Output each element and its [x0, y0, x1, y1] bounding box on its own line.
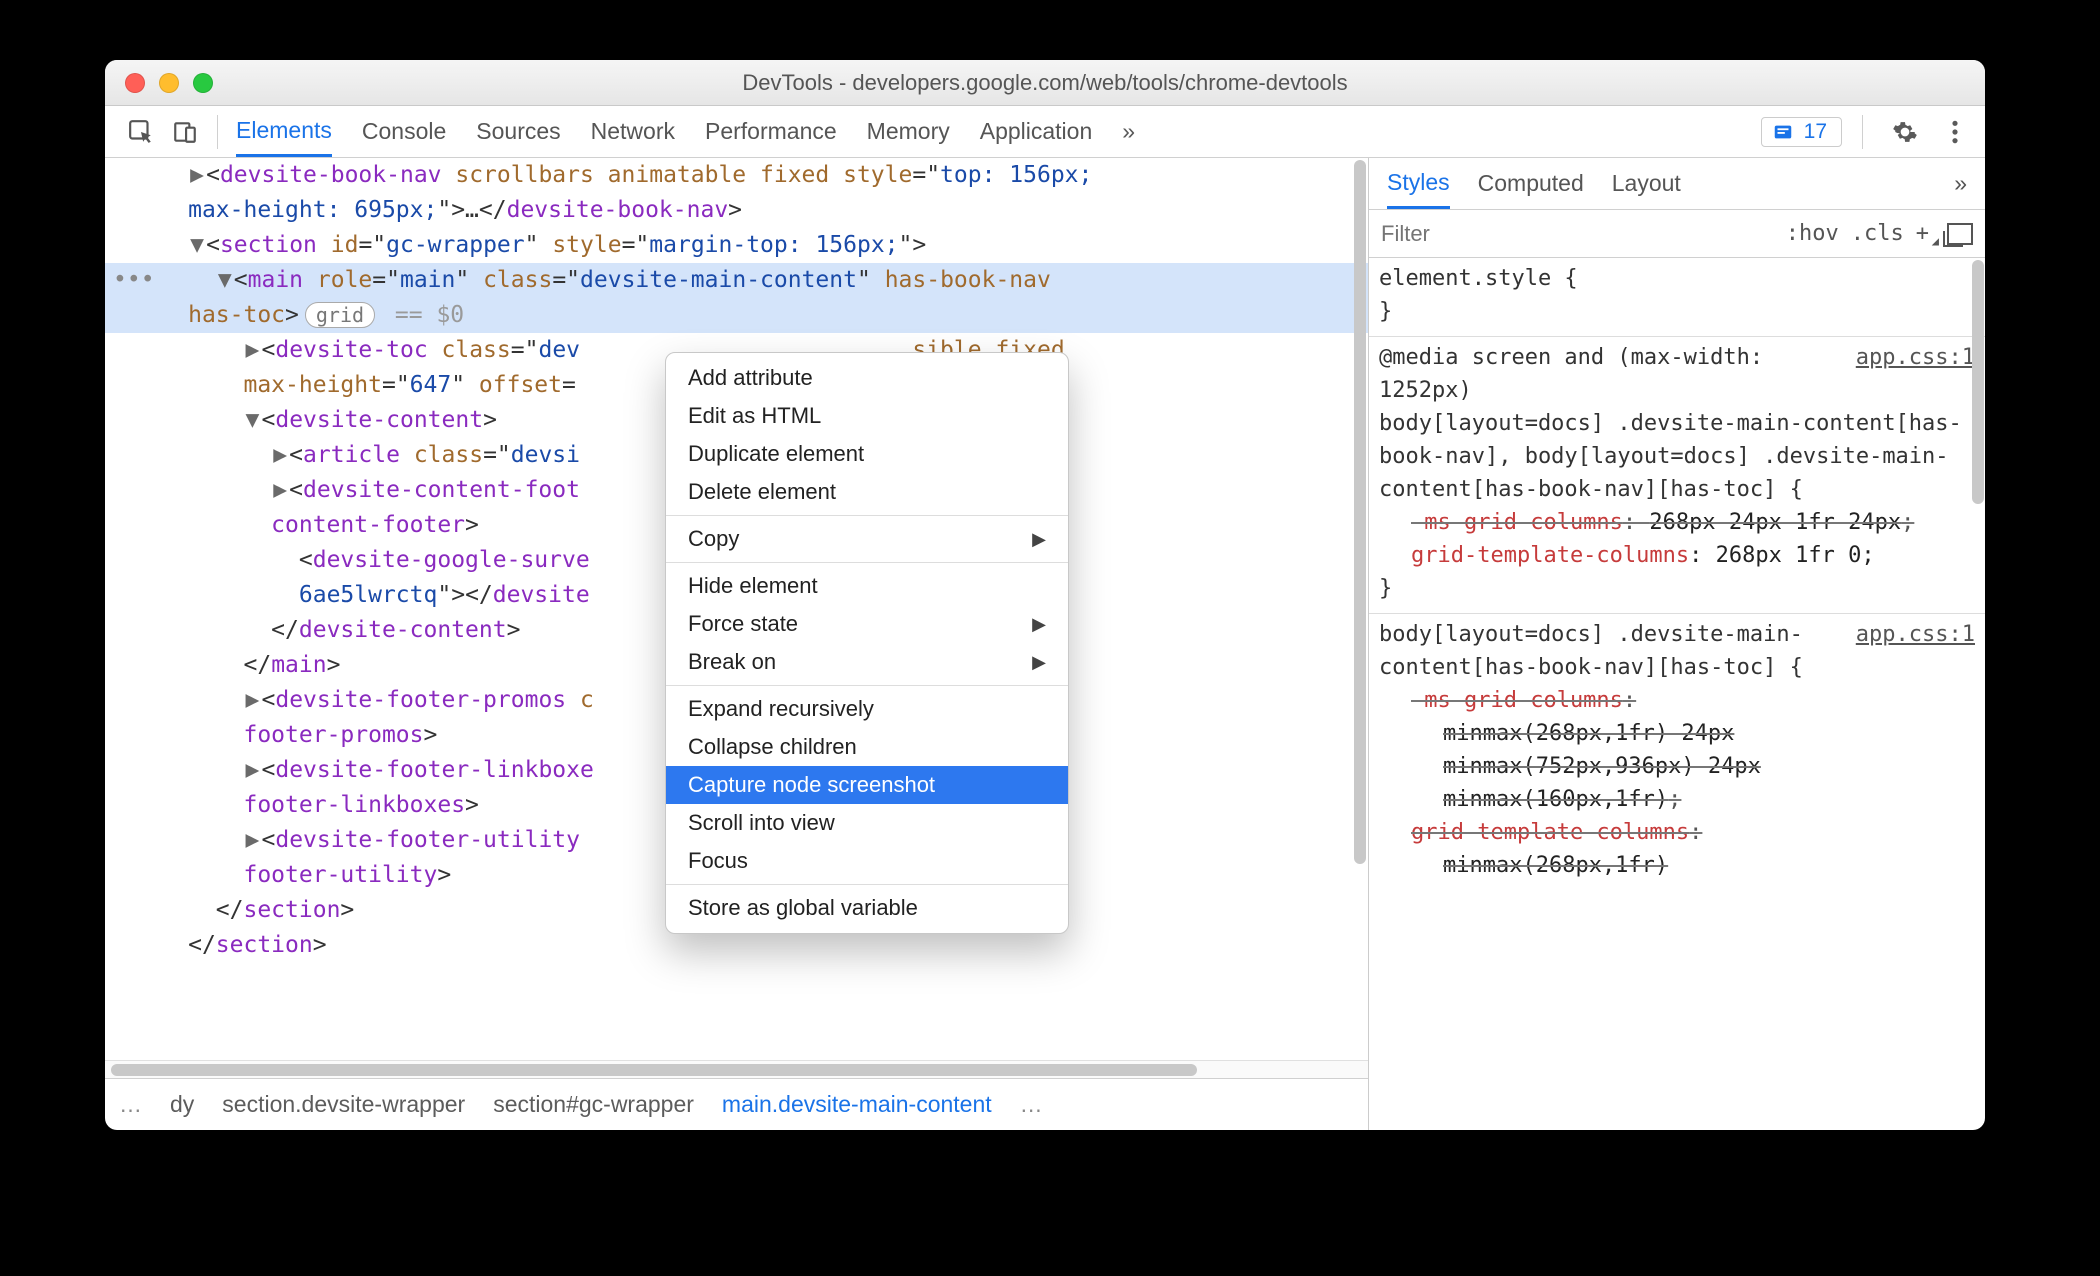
- menu-item-store-as-global-variable[interactable]: Store as global variable: [666, 889, 1068, 927]
- breadcrumb-item[interactable]: section.devsite-wrapper: [222, 1091, 465, 1118]
- toolbar-separator: [1862, 115, 1863, 149]
- settings-icon[interactable]: [1887, 114, 1923, 150]
- css-property-overridden[interactable]: -ms-grid-columns: 268px 24px 1fr 24px;: [1379, 506, 1975, 539]
- issues-badge[interactable]: 17: [1761, 117, 1842, 147]
- box-model-icon[interactable]: [1947, 223, 1973, 245]
- hov-toggle[interactable]: :hov: [1786, 221, 1839, 246]
- menu-item-delete-element[interactable]: Delete element: [666, 473, 1068, 511]
- rule-element-style[interactable]: element.style { }: [1369, 258, 1985, 337]
- menu-item-hide-element[interactable]: Hide element: [666, 567, 1068, 605]
- titlebar: DevTools - developers.google.com/web/too…: [105, 60, 1985, 106]
- toolbar-right: 17: [1761, 114, 1973, 150]
- issues-count: 17: [1804, 120, 1827, 144]
- rule-block[interactable]: app.css:1body[layout=docs] .devsite-main…: [1369, 614, 1985, 890]
- toolbar-separator: [217, 115, 218, 149]
- css-property-overridden[interactable]: grid-template-columns:: [1379, 816, 1975, 849]
- window-title: DevTools - developers.google.com/web/too…: [105, 70, 1985, 96]
- breadcrumb-overflow-right[interactable]: …: [1020, 1091, 1043, 1118]
- sidebar-tabs: Styles Computed Layout »: [1369, 158, 1985, 210]
- rule-media-query[interactable]: app.css:1@media screen and (max-width: 1…: [1369, 337, 1985, 614]
- tab-elements[interactable]: Elements: [236, 106, 332, 157]
- tabs-overflow-icon[interactable]: »: [1122, 106, 1135, 157]
- style-rules[interactable]: element.style { } app.css:1@media screen…: [1369, 258, 1985, 1130]
- breadcrumb-item[interactable]: section#gc-wrapper: [493, 1091, 694, 1118]
- menu-item-copy[interactable]: Copy▶: [666, 520, 1068, 558]
- menu-item-edit-as-html[interactable]: Edit as HTML: [666, 397, 1068, 435]
- tab-performance[interactable]: Performance: [705, 106, 837, 157]
- css-property-overridden[interactable]: -ms-grid-columns:: [1379, 684, 1975, 717]
- menu-item-focus[interactable]: Focus: [666, 842, 1068, 880]
- source-link[interactable]: app.css:1: [1856, 618, 1975, 651]
- styles-vertical-scrollbar[interactable]: [1971, 258, 1985, 1130]
- tab-sources[interactable]: Sources: [476, 106, 560, 157]
- window-controls: [125, 73, 213, 93]
- menu-separator: [666, 685, 1068, 686]
- sidebar-tabs-overflow-icon[interactable]: »: [1954, 158, 1967, 209]
- menu-item-add-attribute[interactable]: Add attribute: [666, 359, 1068, 397]
- more-options-icon[interactable]: [1937, 114, 1973, 150]
- menu-item-expand-recursively[interactable]: Expand recursively: [666, 690, 1068, 728]
- tab-console[interactable]: Console: [362, 106, 446, 157]
- devtools-window: DevTools - developers.google.com/web/too…: [105, 60, 1985, 1130]
- menu-item-force-state[interactable]: Force state▶: [666, 605, 1068, 643]
- menu-item-capture-node-screenshot[interactable]: Capture node screenshot: [666, 766, 1068, 804]
- selected-node[interactable]: ••• ▼<main role="main" class="devsite-ma…: [105, 263, 1368, 298]
- elements-vertical-scrollbar[interactable]: [1352, 158, 1368, 1060]
- menu-separator: [666, 562, 1068, 563]
- tab-network[interactable]: Network: [591, 106, 675, 157]
- elements-horizontal-scrollbar[interactable]: [105, 1060, 1368, 1078]
- menu-separator: [666, 515, 1068, 516]
- tab-layout[interactable]: Layout: [1612, 158, 1681, 209]
- styles-filter-input[interactable]: [1381, 221, 1774, 247]
- device-toolbar-icon[interactable]: [167, 114, 203, 150]
- source-link[interactable]: app.css:1: [1856, 341, 1975, 374]
- menu-item-duplicate-element[interactable]: Duplicate element: [666, 435, 1068, 473]
- inspect-element-icon[interactable]: [123, 114, 159, 150]
- new-style-rule-button[interactable]: +◢: [1916, 221, 1935, 246]
- css-property[interactable]: grid-template-columns: 268px 1fr 0;: [1379, 539, 1975, 572]
- zoom-window-button[interactable]: [193, 73, 213, 93]
- menu-item-collapse-children[interactable]: Collapse children: [666, 728, 1068, 766]
- grid-badge[interactable]: grid: [305, 302, 375, 328]
- styles-sidebar: Styles Computed Layout » :hov .cls +◢ el…: [1369, 158, 1985, 1130]
- menu-item-scroll-into-view[interactable]: Scroll into view: [666, 804, 1068, 842]
- main-toolbar: Elements Console Sources Network Perform…: [105, 106, 1985, 158]
- close-window-button[interactable]: [125, 73, 145, 93]
- breadcrumb-item-active[interactable]: main.devsite-main-content: [722, 1091, 992, 1118]
- context-menu: Add attribute Edit as HTML Duplicate ele…: [665, 352, 1069, 934]
- breadcrumb: … dy section.devsite-wrapper section#gc-…: [105, 1078, 1368, 1130]
- tab-application[interactable]: Application: [980, 106, 1093, 157]
- tab-styles[interactable]: Styles: [1387, 158, 1450, 209]
- breadcrumb-item[interactable]: dy: [170, 1091, 194, 1118]
- styles-filter-bar: :hov .cls +◢: [1369, 210, 1985, 258]
- breadcrumb-overflow-left[interactable]: …: [119, 1091, 142, 1118]
- cls-toggle[interactable]: .cls: [1851, 221, 1904, 246]
- tab-memory[interactable]: Memory: [867, 106, 950, 157]
- menu-item-break-on[interactable]: Break on▶: [666, 643, 1068, 681]
- menu-separator: [666, 884, 1068, 885]
- tab-computed[interactable]: Computed: [1478, 158, 1584, 209]
- panel-tabs: Elements Console Sources Network Perform…: [236, 106, 1135, 157]
- minimize-window-button[interactable]: [159, 73, 179, 93]
